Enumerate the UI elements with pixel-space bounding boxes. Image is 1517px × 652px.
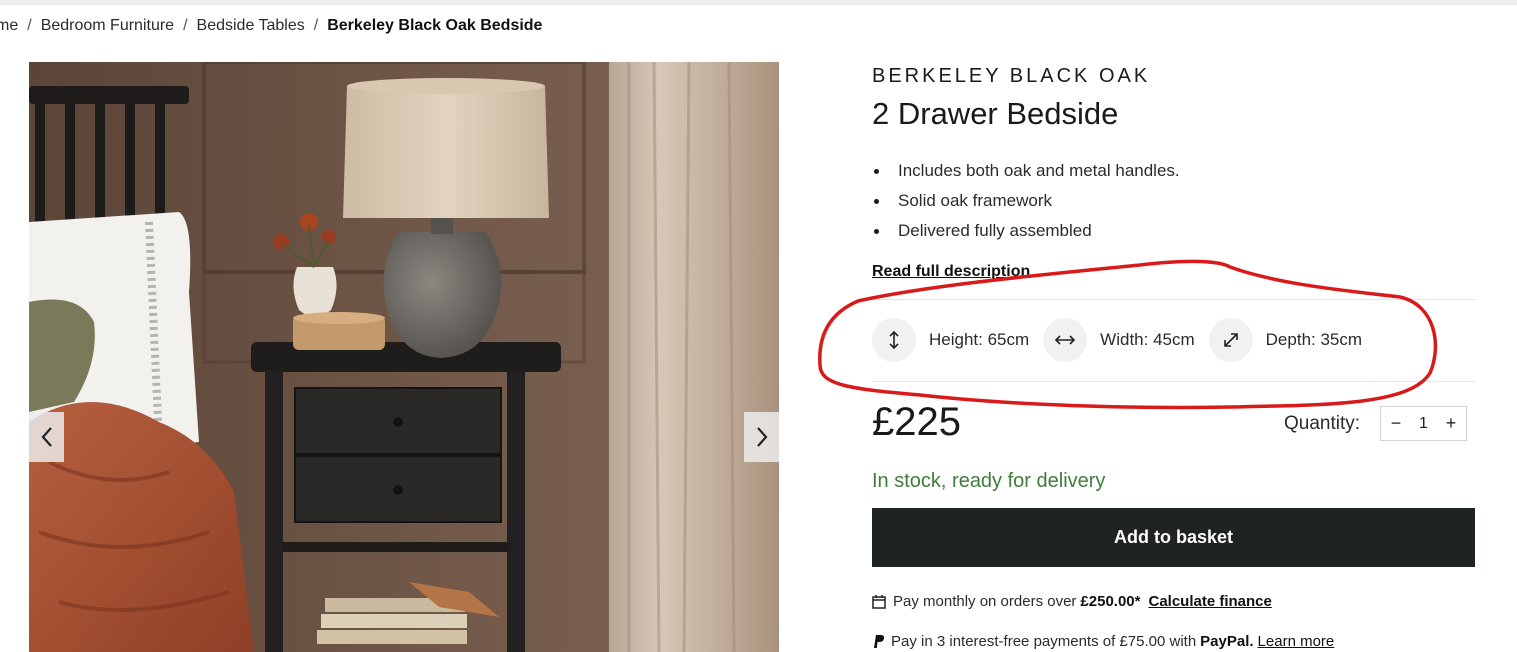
divider [872, 299, 1475, 300]
quantity-stepper[interactable]: − 1 + [1380, 406, 1467, 441]
quantity-increase-button[interactable]: + [1442, 413, 1460, 434]
paypal-brand: PayPal. [1200, 633, 1254, 650]
horizontal-arrows-icon [1043, 318, 1088, 362]
depth-label: Depth: 35cm [1265, 330, 1363, 349]
breadcrumb-current: Berkeley Black Oak Bedside [327, 17, 543, 34]
quantity-label: Quantity: [1284, 413, 1361, 434]
finance-amount: £250.00* [1080, 593, 1141, 610]
height-label: Height: 65cm [929, 330, 1030, 349]
breadcrumb: me / Bedroom Furniture / Bedside Tables … [0, 15, 542, 37]
paypal-icon [872, 634, 885, 649]
divider [872, 381, 1475, 382]
breadcrumb-bedside-tables[interactable]: Bedside Tables [197, 17, 305, 35]
paypal-learn-more-link[interactable]: Learn more [1258, 633, 1335, 650]
product-brand: BERKELEY BLACK OAK [872, 65, 1151, 87]
finance-info: Pay monthly on orders over £250.00* Calc… [872, 593, 1272, 610]
dimension-depth: Depth: 35cm [1208, 318, 1363, 362]
gallery-prev-button[interactable] [29, 412, 64, 462]
stock-status: In stock, ready for delivery [872, 470, 1106, 492]
dimension-width: Width: 45cm [1043, 318, 1195, 362]
product-image [29, 62, 779, 652]
feature-list: Includes both oak and metal handles. Sol… [872, 156, 1180, 246]
feature-item: Includes both oak and metal handles. [872, 156, 1180, 186]
breadcrumb-separator: / [183, 17, 188, 34]
vertical-arrows-icon [872, 318, 916, 362]
product-price: £225 [872, 400, 961, 444]
feature-item: Solid oak framework [872, 186, 1180, 216]
calculate-finance-link[interactable]: Calculate finance [1148, 593, 1271, 610]
breadcrumb-bedroom-furniture[interactable]: Bedroom Furniture [41, 17, 174, 35]
paypal-text: Pay in 3 interest-free payments of £75.0… [891, 633, 1197, 650]
paypal-info: Pay in 3 interest-free payments of £75.0… [872, 633, 1334, 650]
feature-item: Delivered fully assembled [872, 216, 1180, 246]
breadcrumb-home[interactable]: me [0, 17, 18, 35]
product-photo [29, 62, 779, 652]
breadcrumb-separator: / [313, 17, 319, 34]
width-label: Width: 45cm [1100, 330, 1195, 349]
top-bar [0, 0, 1517, 5]
breadcrumb-separator: / [27, 17, 32, 34]
dimension-height: Height: 65cm [872, 318, 1029, 362]
finance-text: Pay monthly on orders over [893, 593, 1077, 610]
diagonal-arrows-icon [1208, 318, 1253, 362]
product-title: 2 Drawer Bedside [872, 96, 1119, 131]
quantity-value[interactable]: 1 [1405, 415, 1442, 433]
chevron-right-icon [756, 427, 767, 447]
dimensions-row: Height: 65cm Width: 45cm Depth: 35cm [872, 318, 1376, 362]
gallery-next-button[interactable] [744, 412, 779, 462]
read-full-description-link[interactable]: Read full description [872, 263, 1030, 281]
calendar-icon [872, 594, 886, 609]
add-to-basket-button[interactable]: Add to basket [872, 508, 1475, 567]
quantity-decrease-button[interactable]: − [1387, 413, 1405, 434]
chevron-left-icon [41, 427, 52, 447]
